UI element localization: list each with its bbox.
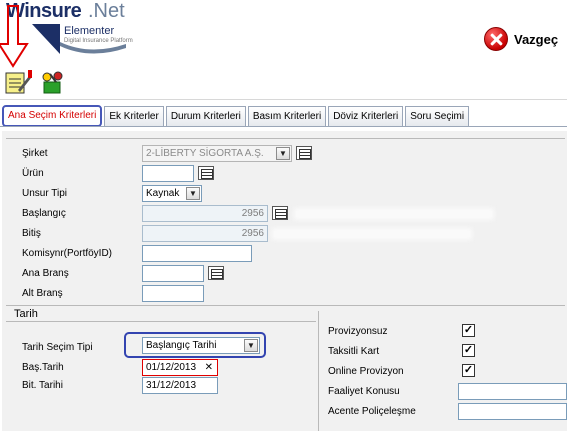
product-name: Elementer bbox=[64, 25, 115, 37]
unsur-tipi-select[interactable]: Kaynak ▼ bbox=[142, 185, 202, 202]
toolbar bbox=[0, 64, 567, 100]
acente-policelesme-label: Acente Poliçeleşme bbox=[328, 406, 416, 417]
cancel-button[interactable]: Vazgeç bbox=[484, 27, 558, 51]
komisyoncu-label: Komisynr(PortföyID) bbox=[22, 248, 113, 259]
tab-divider bbox=[0, 126, 567, 127]
faaliyet-konusu-label: Faaliyet Konusu bbox=[328, 386, 400, 397]
tab-bar: Ana Seçim Kriterleri Ek Kriterler Durum … bbox=[2, 105, 471, 127]
brand-suffix: .Net bbox=[88, 0, 125, 22]
bit-tarihi-label: Bit. Tarihi bbox=[22, 380, 63, 391]
bas-tarih-input[interactable]: 01/12/2013 ✕ bbox=[142, 359, 218, 376]
tab-durum-kriterleri[interactable]: Durum Kriterleri bbox=[165, 106, 246, 126]
clear-icon[interactable]: ✕ bbox=[205, 360, 213, 375]
unsur-tipi-value: Kaynak bbox=[146, 188, 180, 199]
settings-tools-icon[interactable] bbox=[38, 70, 66, 94]
column-divider bbox=[318, 311, 319, 431]
tab-basim-kriterleri[interactable]: Basım Kriterleri bbox=[247, 106, 327, 126]
redacted-text bbox=[272, 228, 472, 240]
criteria-panel: Şirket 2-LİBERTY SİGORTA A.Ş. ▼ Ürün Uns… bbox=[2, 131, 567, 431]
chevron-down-icon: ▼ bbox=[186, 187, 200, 200]
sirket-value: 2-LİBERTY SİGORTA A.Ş. bbox=[146, 148, 264, 159]
bit-tarihi-input[interactable]: 31/12/2013 bbox=[142, 377, 218, 394]
baslangic-label: Başlangıç bbox=[22, 208, 66, 219]
tab-ek-kriterler[interactable]: Ek Kriterler bbox=[104, 106, 164, 126]
ana-brans-lookup-icon[interactable] bbox=[208, 266, 224, 280]
annotation-arrow-icon bbox=[0, 5, 29, 68]
acente-policelesme-input[interactable] bbox=[458, 403, 567, 420]
taksitli-kart-label: Taksitli Kart bbox=[328, 346, 380, 357]
tab-soru-secimi[interactable]: Soru Seçimi bbox=[405, 106, 470, 126]
baslangic-input[interactable]: 2956 bbox=[142, 205, 268, 222]
chevron-down-icon: ▼ bbox=[276, 147, 290, 160]
highlight-frame bbox=[124, 332, 266, 358]
product-tagline: Digital Insurance Platform bbox=[64, 38, 133, 44]
komisyoncu-input[interactable] bbox=[142, 245, 252, 262]
section-divider bbox=[6, 138, 565, 139]
sirket-label: Şirket bbox=[22, 148, 48, 159]
online-provizyon-checkbox[interactable]: ✓ bbox=[462, 364, 475, 377]
bitis-label: Bitiş bbox=[22, 228, 41, 239]
faaliyet-konusu-input[interactable] bbox=[458, 383, 567, 400]
bitis-input[interactable]: 2956 bbox=[142, 225, 268, 242]
app-header: Winsure .Net Elementer Digital Insurance… bbox=[0, 0, 567, 64]
provizyonsuz-label: Provizyonsuz bbox=[328, 326, 388, 337]
bas-tarih-label: Baş.Tarih bbox=[22, 362, 64, 373]
edit-report-icon[interactable] bbox=[4, 70, 32, 94]
online-provizyon-label: Online Provizyon bbox=[328, 366, 404, 377]
alt-brans-input[interactable] bbox=[142, 285, 204, 302]
section-divider bbox=[6, 321, 316, 322]
ana-brans-label: Ana Branş bbox=[22, 268, 69, 279]
urun-input[interactable] bbox=[142, 165, 194, 182]
tab-doviz-kriterleri[interactable]: Döviz Kriterleri bbox=[328, 106, 404, 126]
tab-ana-secim-kriterleri[interactable]: Ana Seçim Kriterleri bbox=[2, 105, 103, 127]
bas-tarih-value: 01/12/2013 bbox=[146, 362, 197, 373]
tarih-section-title: Tarih bbox=[14, 308, 38, 320]
ana-brans-input[interactable] bbox=[142, 265, 204, 282]
urun-lookup-icon[interactable] bbox=[198, 166, 214, 180]
unsur-tipi-label: Unsur Tipi bbox=[22, 188, 68, 199]
urun-label: Ürün bbox=[22, 168, 44, 179]
sirket-lookup-icon[interactable] bbox=[296, 146, 312, 160]
section-divider bbox=[6, 305, 565, 306]
baslangic-lookup-icon[interactable] bbox=[272, 206, 288, 220]
cancel-label: Vazgeç bbox=[514, 31, 559, 47]
alt-brans-label: Alt Branş bbox=[22, 288, 63, 299]
taksitli-kart-checkbox[interactable]: ✓ bbox=[462, 344, 475, 357]
tarih-secim-tipi-label: Tarih Seçim Tipi bbox=[22, 342, 93, 353]
sirket-select[interactable]: 2-LİBERTY SİGORTA A.Ş. ▼ bbox=[142, 145, 292, 162]
provizyonsuz-checkbox[interactable]: ✓ bbox=[462, 324, 475, 337]
redacted-text bbox=[294, 208, 494, 220]
close-icon bbox=[484, 27, 508, 51]
